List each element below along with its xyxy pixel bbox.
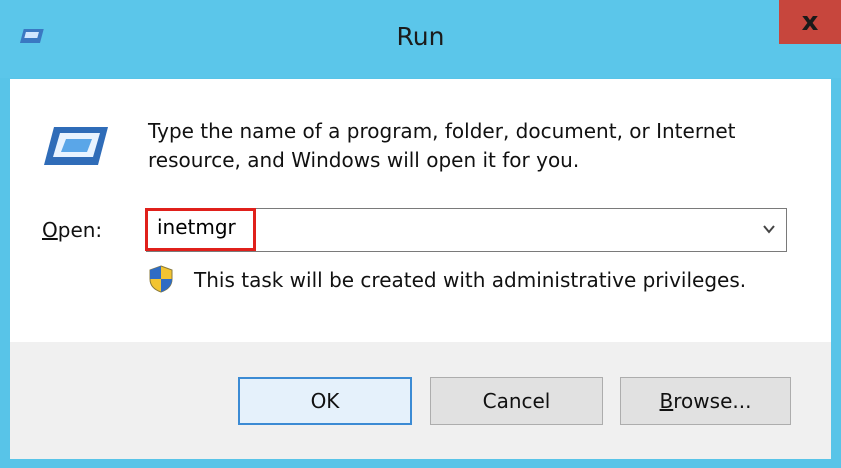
chevron-down-icon[interactable] [762, 222, 776, 236]
dialog-description: Type the name of a program, folder, docu… [148, 117, 788, 175]
browse-button-label: rowse... [673, 389, 752, 413]
window-title: Run [396, 22, 445, 51]
title-bar[interactable]: Run [0, 0, 841, 78]
input-highlight-box [145, 208, 256, 251]
open-label-text: pen: [57, 218, 103, 242]
cancel-button[interactable]: Cancel [430, 377, 603, 425]
open-label-mnemonic: O [42, 218, 58, 242]
uac-shield-icon [149, 265, 173, 293]
close-button[interactable]: x [779, 0, 841, 44]
run-dialog-window: Run x Type the name of a program, folder… [0, 0, 841, 468]
description-line-1: Type the name of a program, folder, docu… [148, 119, 736, 143]
ok-button[interactable]: OK [238, 377, 412, 425]
ok-button-label: OK [310, 389, 340, 413]
cancel-button-label: Cancel [482, 389, 551, 413]
browse-mnemonic: B [659, 389, 674, 413]
window-bottom-border [0, 459, 841, 468]
browse-button[interactable]: Browse... [620, 377, 791, 425]
close-icon: x [801, 7, 819, 37]
admin-notice: This task will be created with administr… [194, 268, 747, 292]
open-label: Open: [42, 218, 102, 242]
run-icon-large [44, 127, 108, 165]
description-line-2: resource, and Windows will open it for y… [148, 148, 580, 172]
